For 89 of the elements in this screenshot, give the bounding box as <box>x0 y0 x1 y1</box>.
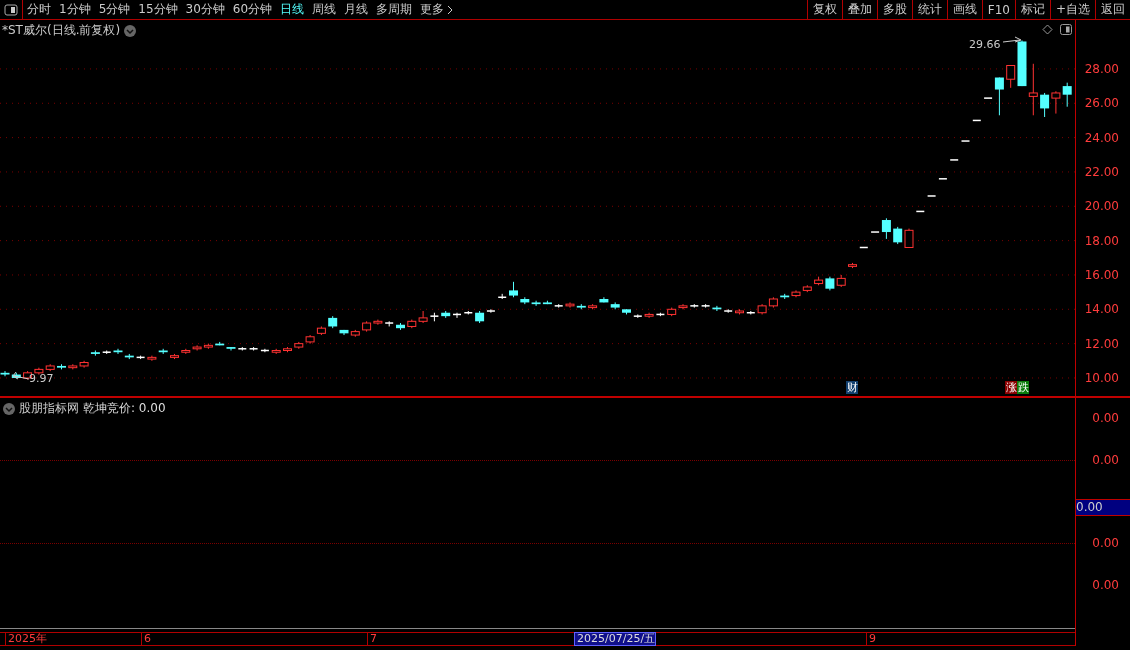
period-tab[interactable]: 周线 <box>308 0 341 19</box>
period-tab[interactable]: 分时 <box>23 0 55 19</box>
candle <box>859 246 869 249</box>
candle <box>305 334 315 345</box>
toolbar-button[interactable]: 返回 <box>1095 0 1130 19</box>
candle <box>429 312 440 322</box>
candle <box>350 329 360 338</box>
candle <box>768 296 778 309</box>
indicator-axis-label: 0.00 <box>1092 577 1119 593</box>
indicator-axis-label: 0.00 <box>1092 410 1119 426</box>
candle <box>836 274 846 288</box>
candle <box>610 301 620 310</box>
candle <box>407 319 417 329</box>
indicator-axis-label: 0.00 <box>1092 452 1119 468</box>
candle <box>520 296 530 305</box>
period-tab[interactable]: 30分钟 <box>181 0 229 19</box>
panel-toggle-icon[interactable] <box>1060 24 1072 35</box>
candle <box>972 119 982 122</box>
toolbar-button[interactable]: 画线 <box>946 0 982 19</box>
date-label: 7 <box>367 633 377 645</box>
price-axis-label: 24.00 <box>1084 129 1119 146</box>
diamond-icon[interactable] <box>1042 24 1053 35</box>
high-price-label: 29.66 <box>969 38 1001 51</box>
period-tab[interactable]: 1分钟 <box>55 0 95 19</box>
toolbar-button[interactable]: 统计 <box>911 0 947 19</box>
indicator-axis-label: 0.00 <box>1092 535 1119 551</box>
price-axis-label: 12.00 <box>1084 335 1119 352</box>
indicator-source: 股朋指标网 <box>19 400 79 417</box>
candle <box>418 310 428 324</box>
event-marker[interactable]: 财 <box>846 381 858 394</box>
price-axis-label: 14.00 <box>1084 301 1119 318</box>
price-axis-label: 10.00 <box>1084 369 1119 386</box>
candle <box>57 363 66 370</box>
period-tab[interactable]: 日线 <box>276 0 309 19</box>
candle <box>497 293 507 300</box>
indicator-value: 乾坤竞价: 0.00 <box>83 400 166 417</box>
candle <box>893 226 903 245</box>
toolbar-button[interactable]: 叠加 <box>841 0 877 19</box>
stock-title: *ST威尔(日线.前复权) <box>2 22 121 39</box>
date-label: 2025年 <box>5 633 47 645</box>
candle <box>1040 92 1050 118</box>
toolbar-button[interactable]: F10 <box>981 0 1015 19</box>
event-marker[interactable]: 涨 <box>1005 381 1017 394</box>
date-label: 2025/07/25/五 <box>574 632 657 646</box>
candle <box>45 363 55 372</box>
date-label: 6 <box>141 633 151 645</box>
price-axis-label: 20.00 <box>1084 198 1119 215</box>
toolbar-button[interactable]: 复权 <box>806 0 842 19</box>
period-tab[interactable]: 月线 <box>340 0 373 19</box>
period-tab[interactable]: 5分钟 <box>94 0 135 19</box>
chevron-icon <box>447 4 454 15</box>
candle <box>509 281 518 298</box>
low-pointer-icon <box>12 371 30 380</box>
candle <box>1028 63 1038 116</box>
candle <box>34 367 44 376</box>
candle <box>1051 90 1061 115</box>
candle <box>915 210 926 213</box>
candle <box>1062 82 1072 108</box>
current-value-box: 0.00 <box>1076 499 1130 516</box>
candle <box>441 310 451 319</box>
price-axis-label: 18.00 <box>1084 232 1119 249</box>
event-marker[interactable]: 跌 <box>1017 381 1029 394</box>
candle <box>396 322 405 331</box>
low-price-label: 9.97 <box>29 372 54 385</box>
price-axis-label: 16.00 <box>1084 266 1119 283</box>
candle <box>622 308 631 315</box>
price-axis-label: 28.00 <box>1084 60 1119 77</box>
dropdown-icon[interactable] <box>124 24 137 37</box>
high-pointer-icon <box>1002 36 1022 43</box>
period-tab[interactable]: 60分钟 <box>228 0 277 19</box>
candle <box>79 360 89 369</box>
candle <box>802 284 812 293</box>
period-tab[interactable]: 多周期 <box>372 0 417 19</box>
panel-toggle-icon[interactable] <box>4 3 18 16</box>
toolbar-button[interactable]: 多股 <box>876 0 912 19</box>
toolbar-button[interactable]: 标记 <box>1014 0 1050 19</box>
dropdown-icon[interactable] <box>3 402 15 415</box>
candle <box>904 228 914 248</box>
date-label: 9 <box>866 633 876 645</box>
candle <box>316 325 326 336</box>
more-button[interactable]: 更多 <box>416 0 458 19</box>
candle <box>294 341 304 350</box>
candle <box>791 289 801 298</box>
toolbar-button[interactable]: +自选 <box>1049 0 1095 19</box>
period-tab[interactable]: 15分钟 <box>134 0 182 19</box>
price-axis-label: 22.00 <box>1084 163 1119 180</box>
price-axis-label: 26.00 <box>1084 95 1119 112</box>
candle <box>735 308 744 315</box>
candle <box>283 346 292 353</box>
